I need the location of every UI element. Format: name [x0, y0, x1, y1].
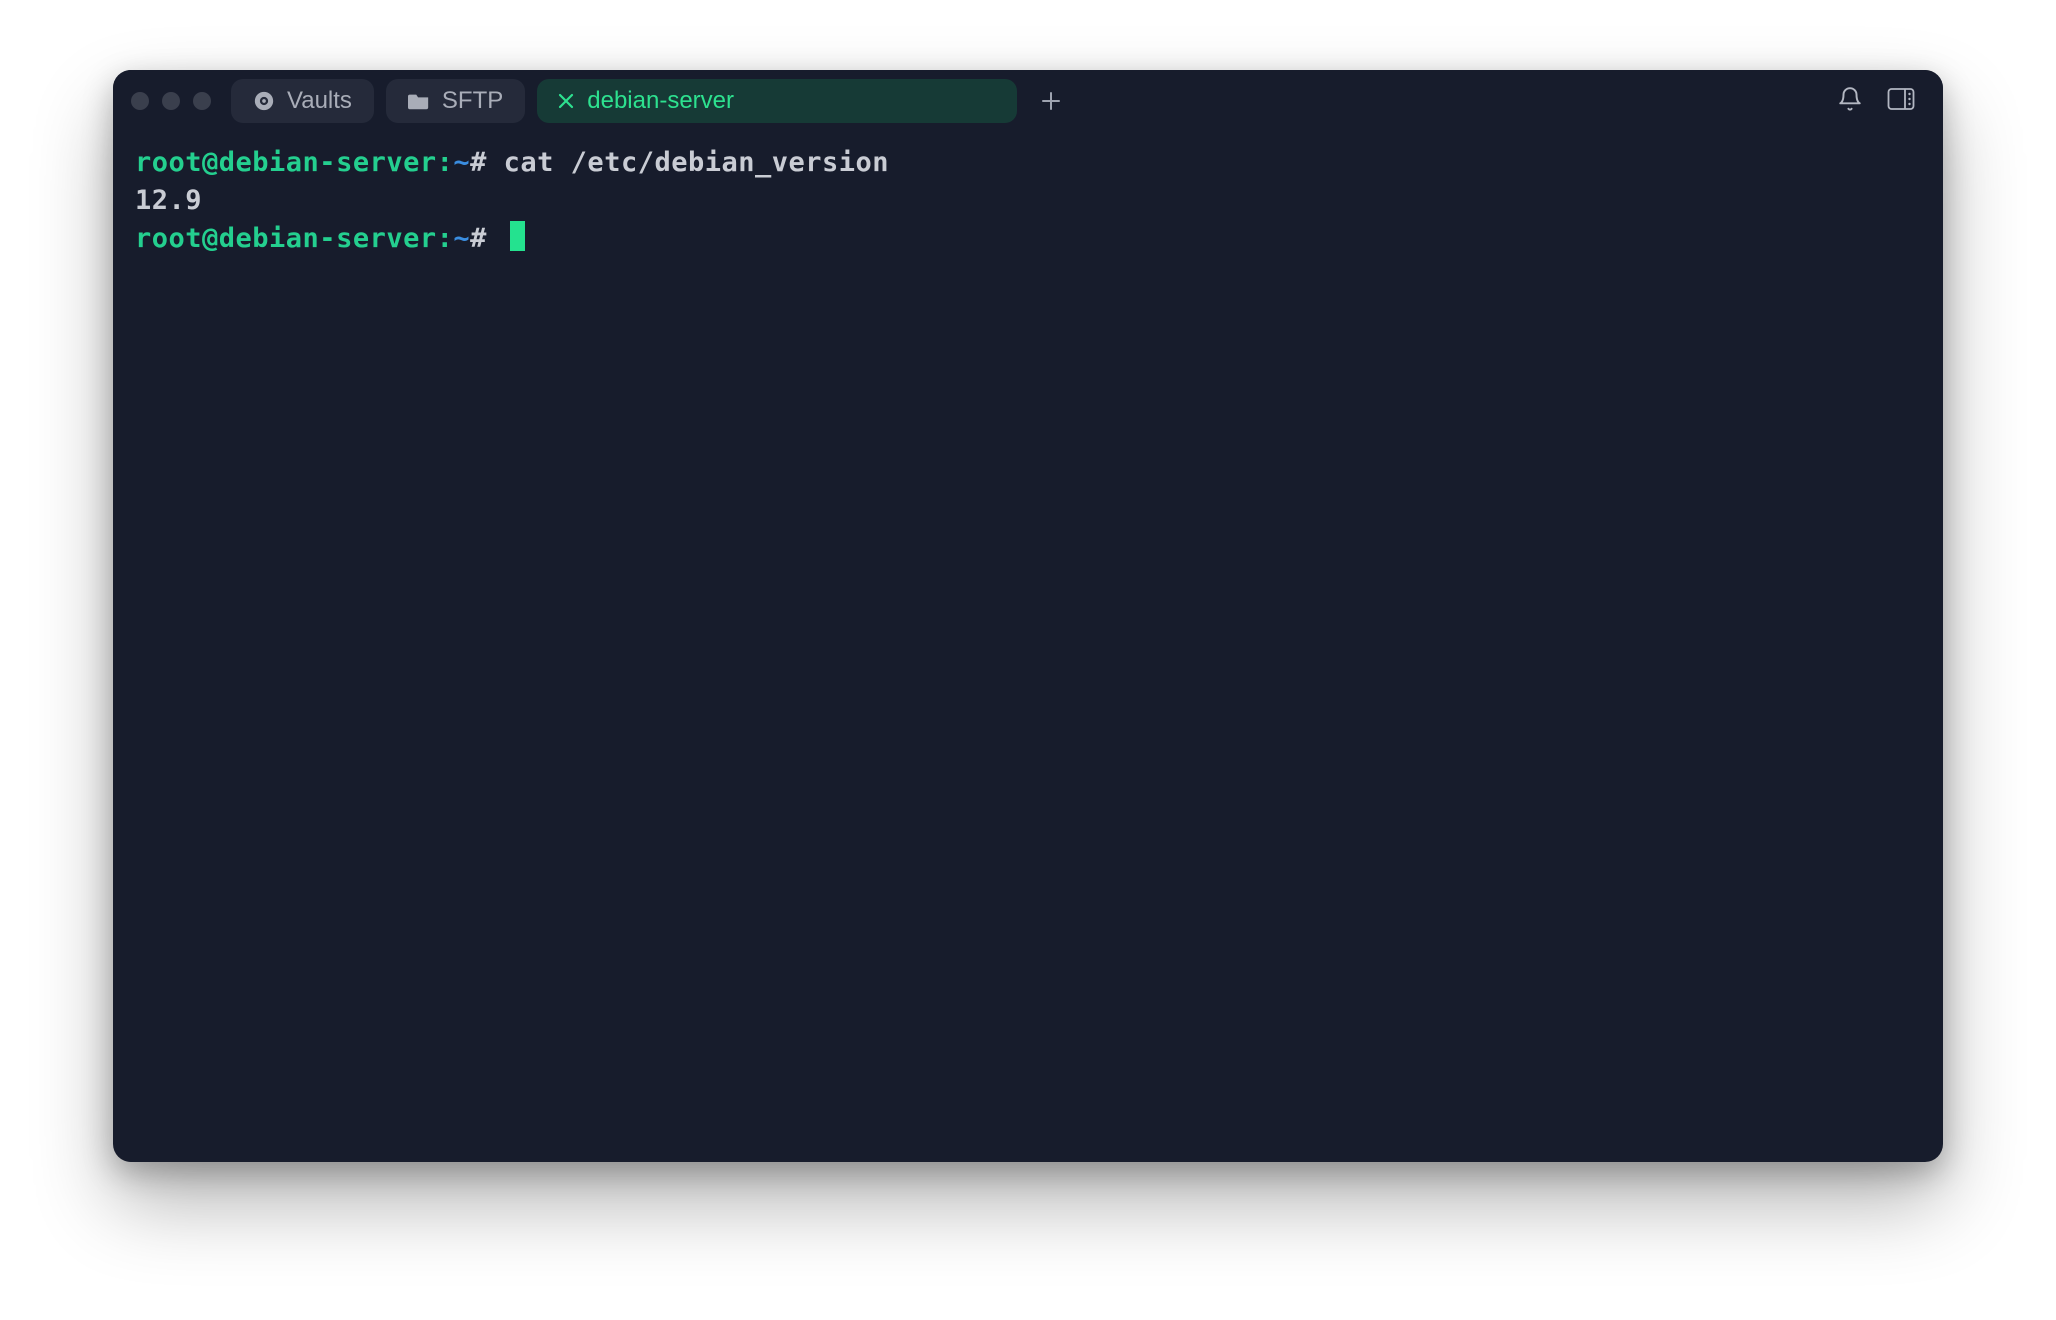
folder-icon	[408, 91, 430, 111]
close-window-button[interactable]	[131, 92, 149, 110]
titlebar-actions	[1837, 86, 1925, 117]
close-icon[interactable]	[557, 92, 575, 110]
tab-label: debian-server	[587, 87, 734, 115]
tab-debian-server[interactable]: debian-server	[537, 79, 1017, 123]
tab-label: SFTP	[442, 87, 503, 115]
terminal-line: root@debian-server:~# cat /etc/debian_ve…	[135, 144, 1921, 182]
panel-toggle-button[interactable]	[1887, 87, 1915, 116]
cursor	[510, 221, 525, 251]
prompt-userhost: root@debian-server:	[135, 147, 453, 178]
tab-sftp[interactable]: SFTP	[386, 79, 525, 123]
titlebar: Vaults SFTP debian-server	[113, 70, 1943, 132]
prompt-symbol: #	[470, 147, 487, 178]
tab-label: Vaults	[287, 87, 352, 115]
vault-icon	[253, 90, 275, 112]
maximize-window-button[interactable]	[193, 92, 211, 110]
panel-icon	[1887, 87, 1915, 116]
terminal-line: root@debian-server:~#	[135, 220, 1921, 258]
terminal-body[interactable]: root@debian-server:~# cat /etc/debian_ve…	[113, 132, 1943, 1162]
prompt-symbol: #	[470, 223, 487, 254]
window-controls	[131, 92, 211, 110]
minimize-window-button[interactable]	[162, 92, 180, 110]
bell-icon	[1837, 86, 1863, 117]
command-text: cat /etc/debian_version	[504, 147, 889, 178]
new-tab-button[interactable]	[1029, 79, 1073, 123]
prompt-userhost: root@debian-server:	[135, 223, 453, 254]
prompt-cwd: ~	[453, 147, 470, 178]
terminal-window: Vaults SFTP debian-server	[113, 70, 1943, 1162]
notifications-button[interactable]	[1837, 86, 1863, 117]
prompt-cwd: ~	[453, 223, 470, 254]
terminal-output: 12.9	[135, 182, 1921, 220]
tab-vaults[interactable]: Vaults	[231, 79, 374, 123]
